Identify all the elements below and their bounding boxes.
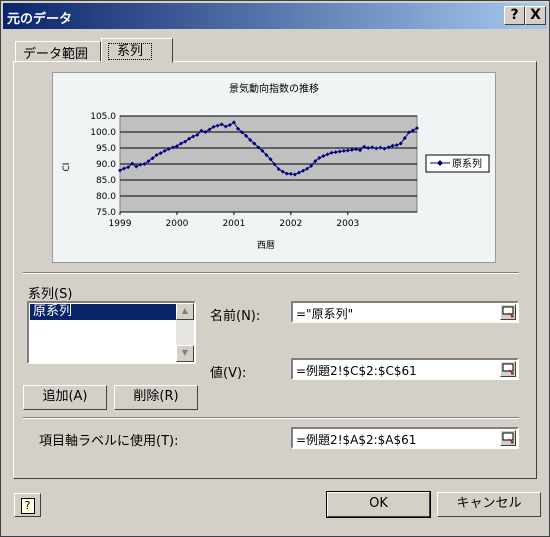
help-icon-glyph: ? [20, 498, 35, 514]
cancel-button[interactable]: キャンセル [437, 492, 541, 517]
series-label: 系列(S) [28, 287, 73, 302]
name-field-value: ="原系列" [296, 307, 354, 321]
name-field[interactable]: ="原系列" [291, 301, 519, 323]
chart-title: 景気動向指数の推移 [229, 82, 319, 95]
x-tick-label: 2003 [336, 219, 359, 229]
x-tick-label: 2000 [166, 219, 189, 229]
value-field-label: 値(V): [210, 366, 247, 381]
axis-label-field-label: 項目軸ラベルに使用(T): [39, 434, 179, 449]
separator-middle [23, 417, 519, 419]
y-tick-label: 75.0 [96, 208, 116, 218]
add-series-button[interactable]: 追加(A) [23, 385, 107, 410]
title-bar[interactable]: 元のデータ ? X [3, 3, 547, 29]
collapse-dialog-icon[interactable] [500, 304, 516, 320]
ok-button[interactable]: OK [326, 491, 431, 518]
y-tick-label: 105.0 [90, 112, 116, 122]
close-button[interactable]: X [525, 6, 546, 25]
x-tick-label: 2001 [222, 219, 245, 229]
tab-series[interactable]: 系列 [101, 38, 173, 63]
scroll-up-icon[interactable]: ▲ [176, 303, 194, 320]
category-axis-labels-field[interactable]: =例題2!$A$2:$A$61 [291, 427, 519, 449]
y-tick-label: 90.0 [96, 160, 116, 170]
separator-top [23, 272, 519, 274]
help-icon[interactable]: ? [14, 493, 41, 517]
tab-data-range[interactable]: データ範囲 [15, 41, 101, 63]
collapse-dialog-icon[interactable] [500, 361, 516, 377]
window-title: 元のデータ [7, 12, 73, 27]
series-listbox[interactable]: 原系列 ▲ ▼ [27, 301, 196, 364]
scroll-down-icon[interactable]: ▼ [176, 345, 194, 362]
legend-label: 原系列 [452, 157, 482, 170]
x-axis-label: 西暦 [257, 240, 275, 251]
y-tick-label: 95.0 [96, 144, 116, 154]
name-field-label: 名前(N): [210, 309, 261, 324]
delete-series-button[interactable]: 削除(R) [114, 385, 198, 410]
value-field-value: =例題2!$C$2:$C$61 [296, 364, 417, 378]
chart-preview: 景気動向指数の推移 CI 西暦 105.0 100.0 95.0 90.0 85.0 80… [52, 72, 496, 263]
y-tick-label: 80.0 [96, 192, 116, 202]
tab-series-label: 系列 [107, 43, 153, 60]
chart-svg: 景気動向指数の推移 CI 西暦 105.0 100.0 95.0 90.0 85.0 80… [62, 82, 490, 251]
value-field[interactable]: =例題2!$C$2:$C$61 [291, 358, 519, 380]
y-tick-label: 85.0 [96, 176, 116, 186]
x-tick-label: 2002 [279, 219, 302, 229]
y-tick-label: 100.0 [90, 128, 116, 138]
x-tick-label: 1999 [109, 219, 132, 229]
help-title-button[interactable]: ? [504, 6, 525, 25]
y-axis-label: CI [62, 163, 72, 172]
source-data-dialog: 元のデータ ? X データ範囲 系列 景気動向指数の推移 CI 西暦 105.0… [0, 0, 550, 537]
list-item[interactable]: 原系列 [30, 304, 177, 320]
legend: 原系列 [425, 154, 490, 173]
category-axis-labels-value: =例題2!$A$2:$A$61 [296, 433, 417, 447]
series-list-scrollbar[interactable]: ▲ ▼ [176, 303, 194, 362]
collapse-dialog-icon[interactable] [500, 430, 516, 446]
